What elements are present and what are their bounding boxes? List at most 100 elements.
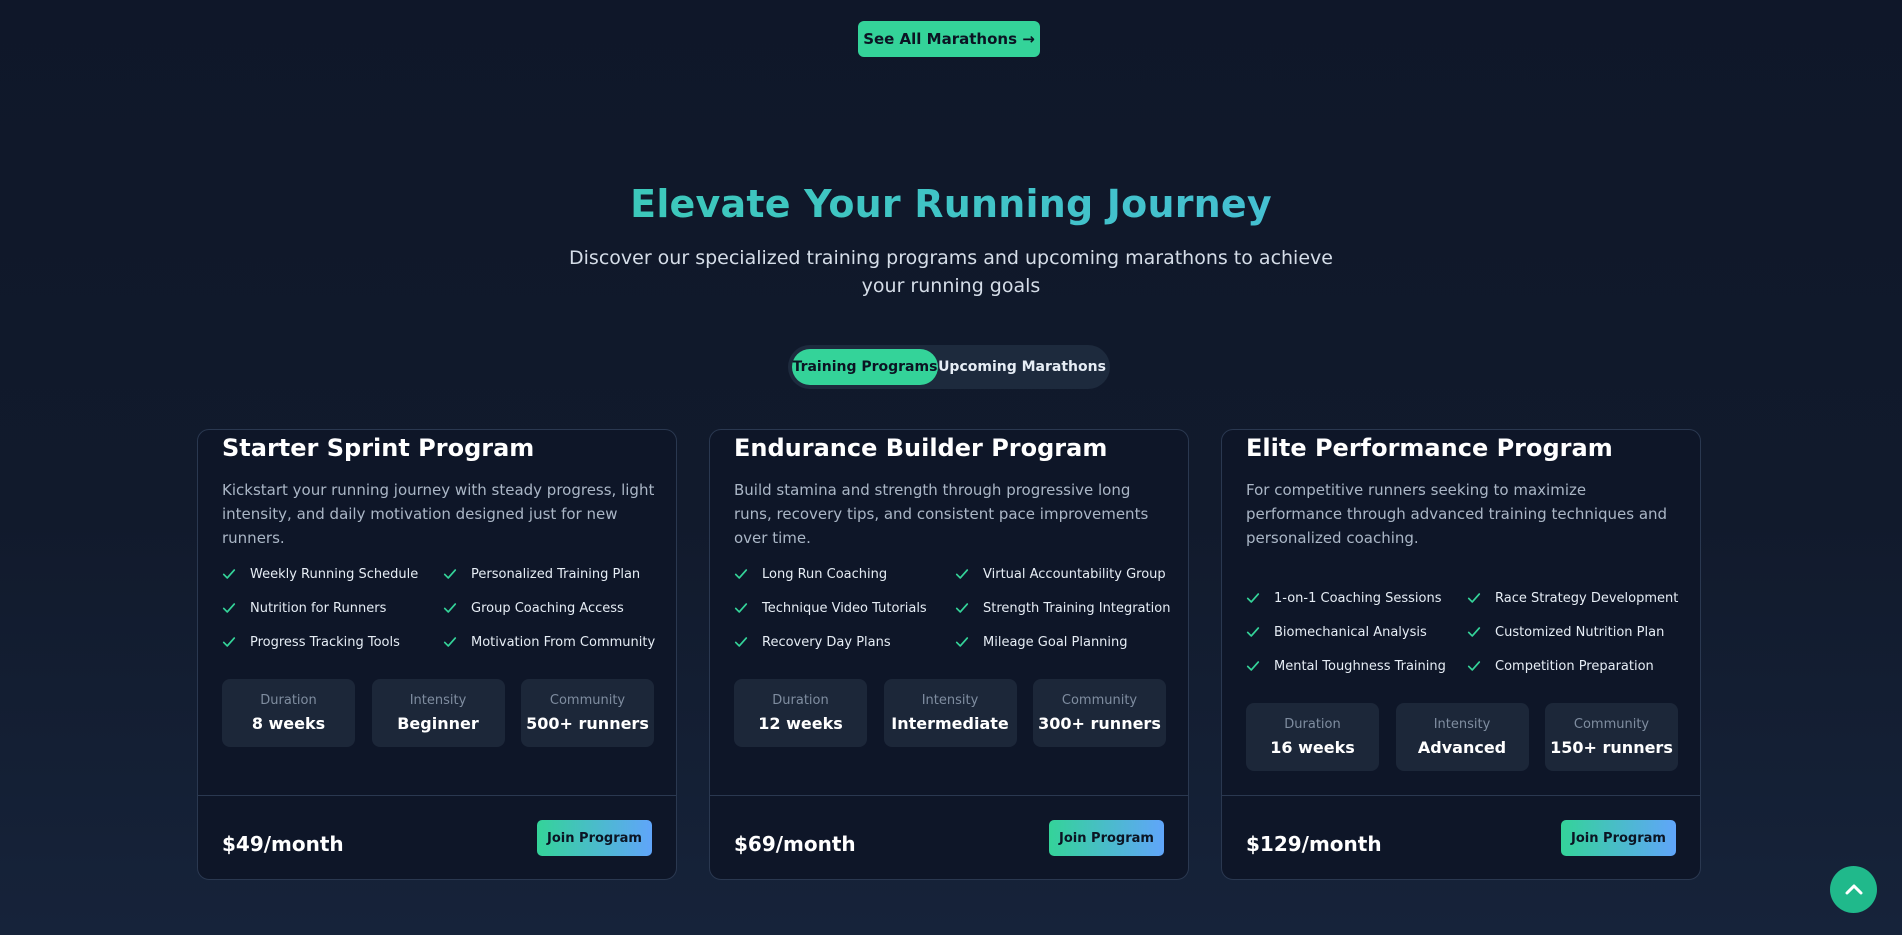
tab-upcoming-marathons[interactable]: Upcoming Marathons xyxy=(938,349,1106,385)
program-card-starter: Starter Sprint Program Kickstart your ru… xyxy=(197,429,677,880)
program-stats: Duration 12 weeks Intensity Intermediate C… xyxy=(734,679,1166,747)
stat-label: Duration xyxy=(772,693,829,708)
feature-list: Long Run Coaching Virtual Accountability… xyxy=(734,562,1174,654)
program-title: Elite Performance Program xyxy=(1246,434,1613,462)
feature-item: Weekly Running Schedule xyxy=(222,562,443,586)
join-program-button[interactable]: Join Program xyxy=(1561,820,1676,856)
program-title: Endurance Builder Program xyxy=(734,434,1108,462)
feature-label: Competition Preparation xyxy=(1495,658,1654,674)
feature-item: Progress Tracking Tools xyxy=(222,630,443,654)
feature-item: Recovery Day Plans xyxy=(734,630,955,654)
feature-item: Group Coaching Access xyxy=(443,596,662,620)
program-title: Starter Sprint Program xyxy=(222,434,535,462)
feature-label: Group Coaching Access xyxy=(471,600,624,616)
check-icon xyxy=(222,569,236,579)
section-title: Elevate Your Running Journey xyxy=(0,182,1902,226)
feature-label: Long Run Coaching xyxy=(762,566,888,582)
see-all-marathons-button[interactable]: See All Marathons → xyxy=(858,21,1040,57)
feature-label: Nutrition for Runners xyxy=(250,600,387,616)
join-program-button[interactable]: Join Program xyxy=(1049,820,1164,856)
join-program-button[interactable]: Join Program xyxy=(537,820,652,856)
feature-list: Weekly Running Schedule Personalized Tra… xyxy=(222,562,662,654)
chevron-up-icon xyxy=(1845,884,1862,894)
stat-value: 300+ runners xyxy=(1038,714,1161,733)
stat-duration: Duration 8 weeks xyxy=(222,679,355,747)
check-icon xyxy=(955,637,969,647)
feature-item: Biomechanical Analysis xyxy=(1246,620,1467,644)
feature-item: Motivation From Community xyxy=(443,630,662,654)
program-price: $129/month xyxy=(1246,832,1382,856)
stat-label: Duration xyxy=(1284,717,1341,732)
stat-value: 500+ runners xyxy=(526,714,649,733)
feature-label: Technique Video Tutorials xyxy=(762,600,927,616)
feature-item: Personalized Training Plan xyxy=(443,562,662,586)
section-subtitle: Discover our specialized training progra… xyxy=(569,247,1333,297)
program-description: Build stamina and strength through progr… xyxy=(734,481,1149,547)
feature-item: Competition Preparation xyxy=(1467,654,1686,678)
check-icon xyxy=(1467,661,1481,671)
stat-value: 8 weeks xyxy=(251,714,326,733)
stat-label: Community xyxy=(549,693,626,708)
stat-label: Duration xyxy=(260,693,317,708)
program-description: For competitive runners seeking to maxim… xyxy=(1246,481,1668,547)
check-icon xyxy=(443,603,457,613)
program-stats: Duration 16 weeks Intensity Advanced Commu… xyxy=(1246,703,1678,771)
feature-item: 1-on-1 Coaching Sessions xyxy=(1246,586,1467,610)
stat-intensity: Intensity Intermediate xyxy=(883,679,1017,747)
stat-duration: Duration 16 weeks xyxy=(1246,703,1379,771)
check-icon xyxy=(222,637,236,647)
feature-label: Progress Tracking Tools xyxy=(250,634,400,650)
check-icon xyxy=(1246,661,1260,671)
program-stats: Duration 8 weeks Intensity Beginner Commun… xyxy=(222,679,654,747)
feature-label: Strength Training Integration xyxy=(983,600,1171,616)
stat-community: Community 500+ runners xyxy=(521,679,654,747)
check-icon xyxy=(1246,627,1260,637)
check-icon xyxy=(734,569,748,579)
scroll-to-top-button[interactable] xyxy=(1830,866,1877,913)
stat-intensity: Intensity Advanced xyxy=(1395,703,1529,771)
check-icon xyxy=(1467,627,1481,637)
program-tabs: Training Programs Upcoming Marathons xyxy=(788,345,1110,389)
stat-value: Intermediate xyxy=(891,714,1009,733)
check-icon xyxy=(443,637,457,647)
tab-training-programs[interactable]: Training Programs xyxy=(792,349,938,385)
feature-item: Customized Nutrition Plan xyxy=(1467,620,1686,644)
feature-label: Biomechanical Analysis xyxy=(1274,624,1427,640)
stat-label: Intensity xyxy=(1433,717,1491,732)
feature-label: Mental Toughness Training xyxy=(1274,658,1446,674)
program-description: Kickstart your running journey with stea… xyxy=(222,481,655,547)
feature-item: Long Run Coaching xyxy=(734,562,955,586)
stat-intensity: Intensity Beginner xyxy=(371,679,505,747)
feature-item: Nutrition for Runners xyxy=(222,596,443,620)
check-icon xyxy=(1467,593,1481,603)
stat-value: 150+ runners xyxy=(1550,738,1673,757)
check-icon xyxy=(443,569,457,579)
stat-label: Intensity xyxy=(409,693,467,708)
stat-label: Community xyxy=(1573,717,1650,732)
stat-community: Community 150+ runners xyxy=(1545,703,1678,771)
check-icon xyxy=(734,637,748,647)
stat-label: Intensity xyxy=(921,693,979,708)
program-card-endurance: Endurance Builder Program Build stamina … xyxy=(709,429,1189,880)
feature-item: Mental Toughness Training xyxy=(1246,654,1467,678)
check-icon xyxy=(955,603,969,613)
feature-item: Strength Training Integration xyxy=(955,596,1174,620)
program-card-elite: Elite Performance Program For competitiv… xyxy=(1221,429,1701,880)
stat-label: Community xyxy=(1061,693,1138,708)
feature-label: Personalized Training Plan xyxy=(471,566,641,582)
card-footer: $129/month Join Program xyxy=(1222,795,1700,879)
check-icon xyxy=(734,603,748,613)
card-footer: $69/month Join Program xyxy=(710,795,1188,879)
feature-label: Recovery Day Plans xyxy=(762,634,891,650)
feature-label: Virtual Accountability Group xyxy=(983,566,1166,582)
feature-item: Virtual Accountability Group xyxy=(955,562,1174,586)
feature-label: 1-on-1 Coaching Sessions xyxy=(1274,590,1442,606)
check-icon xyxy=(955,569,969,579)
stat-value: 12 weeks xyxy=(758,714,843,733)
check-icon xyxy=(222,603,236,613)
program-price: $69/month xyxy=(734,832,856,856)
check-icon xyxy=(1246,593,1260,603)
feature-label: Weekly Running Schedule xyxy=(250,566,419,582)
stat-community: Community 300+ runners xyxy=(1033,679,1166,747)
feature-label: Motivation From Community xyxy=(471,634,656,650)
